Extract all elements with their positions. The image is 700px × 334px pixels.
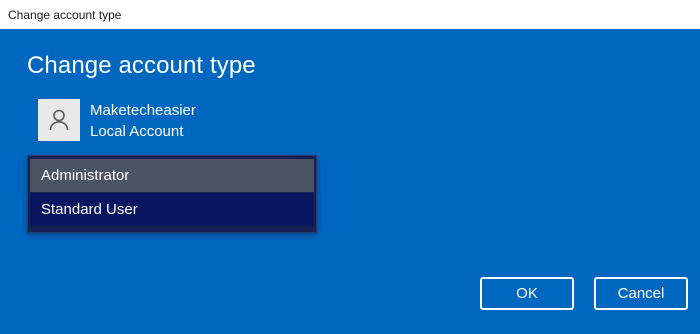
user-info: Maketecheasier Local Account bbox=[38, 99, 196, 142]
person-icon bbox=[49, 109, 69, 131]
page-title: Change account type bbox=[27, 52, 256, 79]
account-kind: Local Account bbox=[90, 123, 184, 140]
option-label: Administrator bbox=[41, 167, 130, 184]
title-bar: Change account type bbox=[0, 0, 700, 29]
option-administrator[interactable]: Administrator bbox=[30, 159, 314, 192]
window-title: Change account type bbox=[8, 7, 122, 22]
ok-button[interactable]: OK bbox=[480, 277, 574, 310]
change-account-type-dialog: Change account type Change account type … bbox=[0, 0, 700, 334]
option-label: Standard User bbox=[41, 201, 138, 218]
option-standard-user[interactable]: Standard User bbox=[30, 193, 314, 226]
cancel-button[interactable]: Cancel bbox=[594, 277, 688, 310]
account-type-dropdown[interactable]: Administrator Standard User bbox=[27, 155, 317, 233]
user-text: Maketecheasier Local Account bbox=[90, 100, 196, 142]
user-name: Maketecheasier bbox=[90, 102, 196, 119]
avatar bbox=[38, 99, 80, 141]
